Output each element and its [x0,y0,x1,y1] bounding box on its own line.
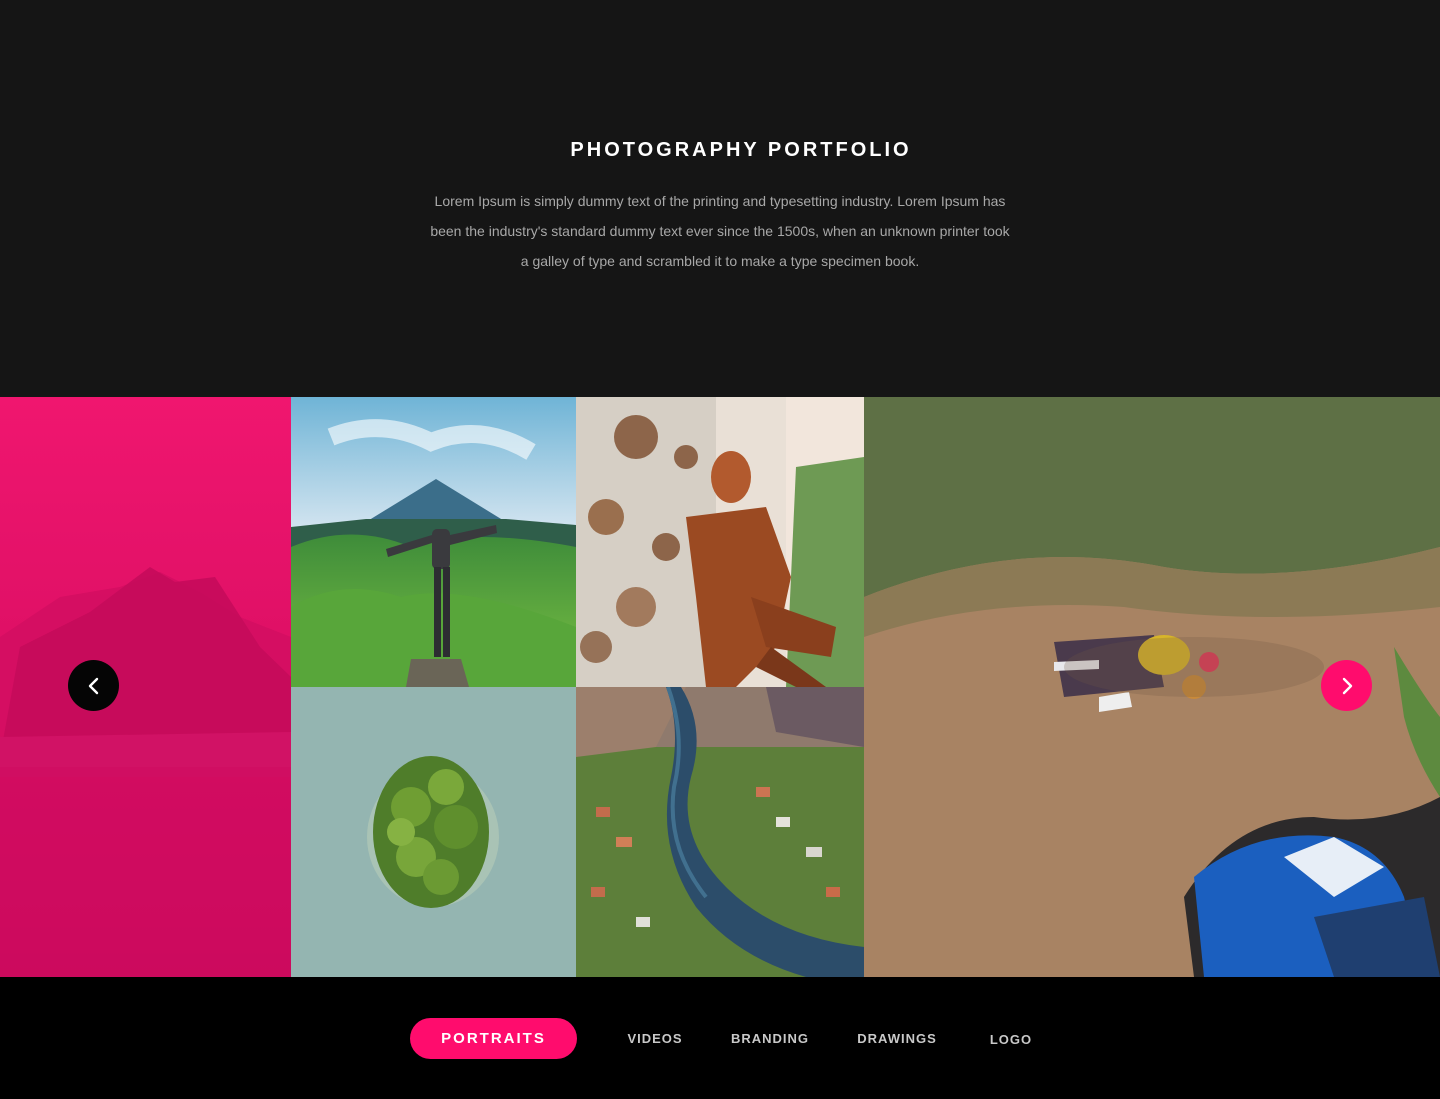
chevron-right-icon [1342,677,1352,694]
island-aerial-photo[interactable] [291,687,576,977]
river-aerial-photo[interactable] [576,687,864,977]
photo-gallery [0,397,1440,977]
mountain-overlay-photo[interactable] [0,397,291,977]
tab-videos[interactable]: VIDEOS [620,1018,690,1059]
couple-car-aerial-photo[interactable] [864,397,1440,977]
intro-description: Lorem Ipsum is simply dummy text of the … [430,193,1010,269]
page-title: PHOTOGRAPHY PORTFOLIO [570,139,912,161]
chevron-left-icon [88,677,98,694]
category-tabs: PORTRAITS VIDEOS BRANDING DRAWINGS LOGO [0,977,1440,1099]
tab-branding[interactable]: BRANDING [728,1018,812,1059]
tab-portraits[interactable]: PORTRAITS [410,1018,577,1059]
tab-logo[interactable]: LOGO [985,1019,1037,1060]
prev-slide-button[interactable] [68,660,119,711]
next-slide-button[interactable] [1321,660,1372,711]
hiker-mountain-photo[interactable] [291,397,576,687]
tab-drawings[interactable]: DRAWINGS [855,1018,939,1059]
intro-section: PHOTOGRAPHY PORTFOLIO Lorem Ipsum is sim… [0,0,1440,397]
portfolio-page: PHOTOGRAPHY PORTFOLIO Lorem Ipsum is sim… [0,0,1440,1099]
woman-rusty-wall-photo[interactable] [576,397,864,687]
